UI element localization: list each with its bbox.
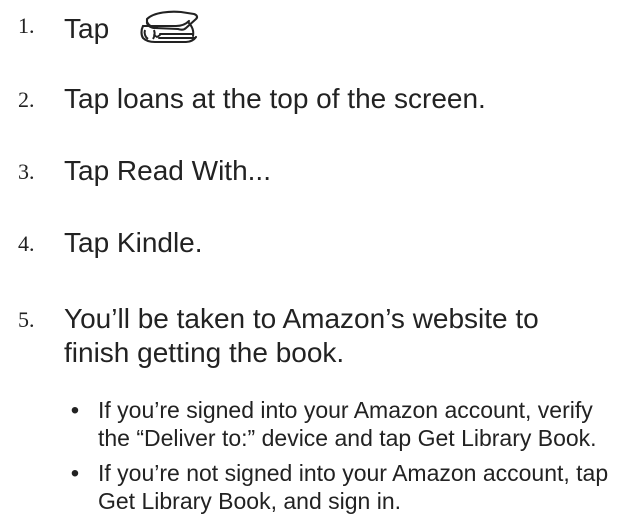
step-number: 1.: [18, 13, 35, 38]
step-text: Tap: [64, 13, 110, 44]
bullet-text: If you’re signed into your Amazon accoun…: [98, 397, 597, 451]
step-number: 5.: [18, 307, 35, 332]
bullet-dot: •: [70, 460, 80, 487]
step-number: 4.: [18, 231, 35, 256]
step-text: Tap loans at the top of the screen.: [64, 83, 486, 114]
step-text: Tap Kindle.: [64, 227, 203, 258]
step-number: 2.: [18, 87, 35, 112]
step-text: You’ll be taken to Amazon’s website to f…: [64, 303, 539, 368]
bullet-item-signed-in: • If you’re signed into your Amazon acco…: [64, 396, 618, 452]
bullet-list: • If you’re signed into your Amazon acco…: [64, 396, 618, 522]
book-stack-icon: [137, 8, 203, 50]
bullet-dot: •: [70, 397, 80, 424]
instructions-page: 1. Tap 2. Tap loans at the top of the sc…: [0, 0, 638, 526]
bullet-text: If you’re not signed into your Amazon ac…: [98, 460, 609, 514]
step-text: Tap Read With...: [64, 155, 271, 186]
bullet-item-not-signed-in: • If you’re not signed into your Amazon …: [64, 459, 618, 515]
step-number: 3.: [18, 159, 35, 184]
